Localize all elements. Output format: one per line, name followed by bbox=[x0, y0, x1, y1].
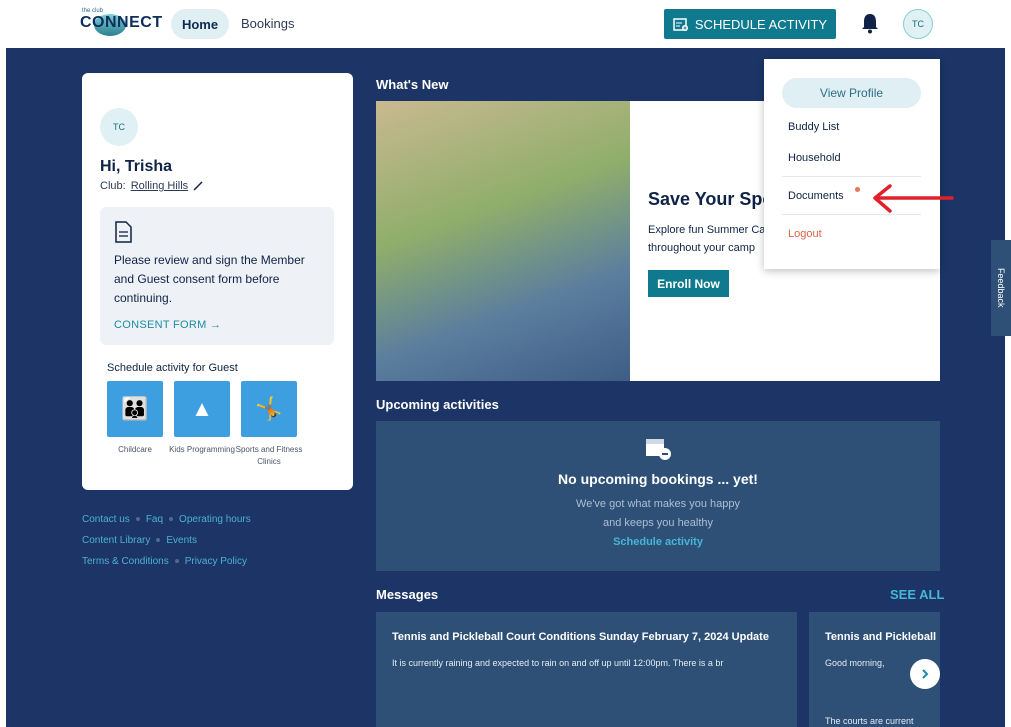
next-message-button[interactable] bbox=[910, 659, 940, 689]
message-title: Tennis and Pickleball Court Conditions S… bbox=[392, 631, 769, 643]
whats-new-title: What's New bbox=[376, 77, 449, 92]
content-library-link[interactable]: Content Library bbox=[82, 535, 150, 546]
menu-item-buddy-list[interactable]: Buddy List bbox=[788, 121, 839, 133]
annotation-arrow-icon bbox=[873, 184, 954, 213]
menu-item-logout[interactable]: Logout bbox=[788, 228, 822, 240]
bell-icon[interactable] bbox=[860, 12, 880, 34]
sports-clinics-label: Sports and Fitness Clinics bbox=[235, 445, 303, 466]
no-bookings-subtitle: We've got what makes you happy and keeps… bbox=[376, 495, 940, 533]
chevron-right-icon bbox=[922, 669, 929, 679]
top-bar: the club CONNECT Home Bookings SCHEDULE … bbox=[0, 0, 1011, 48]
tent-icon: ▲ bbox=[191, 396, 213, 421]
faq-link[interactable]: Faq bbox=[146, 514, 163, 525]
schedule-activity-label: SCHEDULE ACTIVITY bbox=[694, 16, 828, 32]
message-card[interactable]: Tennis and Pickleball Court Conditions S… bbox=[376, 612, 797, 727]
childcare-tile[interactable]: 👪 bbox=[107, 381, 163, 437]
menu-divider bbox=[782, 176, 921, 177]
upcoming-title: Upcoming activities bbox=[376, 397, 499, 412]
menu-item-documents[interactable]: Documents bbox=[788, 190, 844, 202]
club-name-link[interactable]: Rolling Hills bbox=[131, 180, 188, 192]
nav-home[interactable]: Home bbox=[171, 9, 229, 39]
schedule-activity-button[interactable]: SCHEDULE ACTIVITY bbox=[664, 9, 836, 39]
pencil-icon[interactable] bbox=[193, 181, 203, 191]
subtitle-line-1: We've got what makes you happy bbox=[576, 498, 740, 510]
calendar-icon bbox=[646, 439, 671, 460]
calendar-add-icon bbox=[673, 18, 688, 31]
consent-notice: Please review and sign the Member and Gu… bbox=[100, 207, 334, 345]
kids-programming-label: Kids Programming bbox=[169, 445, 235, 454]
footer-links: Contact us Faq Operating hours Content Lib… bbox=[82, 509, 251, 572]
sports-people-icon: 🤸 bbox=[255, 396, 283, 421]
see-all-link[interactable]: SEE ALL bbox=[890, 587, 944, 602]
consent-message: Please review and sign the Member and Gu… bbox=[114, 253, 305, 305]
schedule-activity-link[interactable]: Schedule activity bbox=[376, 536, 940, 548]
club-line: Club: Rolling Hills bbox=[100, 180, 203, 192]
view-profile-button[interactable]: View Profile bbox=[782, 78, 921, 108]
avatar: TC bbox=[100, 108, 138, 146]
feedback-tab[interactable]: Feedback bbox=[991, 240, 1011, 336]
events-link[interactable]: Events bbox=[166, 535, 197, 546]
enroll-now-button[interactable]: Enroll Now bbox=[648, 270, 729, 297]
document-icon bbox=[115, 221, 132, 243]
documents-notification-dot bbox=[855, 187, 860, 192]
club-connect-logo[interactable]: the club CONNECT bbox=[80, 8, 162, 40]
menu-item-household[interactable]: Household bbox=[788, 152, 841, 164]
kids-programming-tile[interactable]: ▲ bbox=[174, 381, 230, 437]
sports-clinics-tile[interactable]: 🤸 bbox=[241, 381, 297, 437]
guest-section-title: Schedule activity for Guest bbox=[107, 362, 238, 374]
terms-link[interactable]: Terms & Conditions bbox=[82, 556, 169, 567]
privacy-policy-link[interactable]: Privacy Policy bbox=[185, 556, 247, 567]
logo-text: CONNECT bbox=[80, 14, 163, 31]
message-body: It is currently raining and expected to … bbox=[392, 658, 724, 668]
contact-us-link[interactable]: Contact us bbox=[82, 514, 130, 525]
message-body: Good morning, bbox=[825, 658, 885, 668]
user-avatar-button[interactable]: TC bbox=[903, 9, 933, 39]
nav-bookings[interactable]: Bookings bbox=[241, 16, 294, 31]
promo-title: Save Your Spot bbox=[648, 189, 780, 209]
upcoming-empty-state: No upcoming bookings ... yet! We've got … bbox=[376, 421, 940, 571]
messages-title: Messages bbox=[376, 587, 439, 602]
profile-dropdown-menu: View Profile Buddy List Household Docume… bbox=[764, 59, 940, 269]
family-icon: 👪 bbox=[121, 396, 149, 421]
consent-form-link[interactable]: CONSENT FORM → bbox=[114, 319, 221, 331]
greeting: Hi, Trisha bbox=[100, 158, 173, 175]
operating-hours-link[interactable]: Operating hours bbox=[179, 514, 251, 525]
promo-photo bbox=[376, 101, 630, 381]
message-title: Tennis and Pickleball bbox=[825, 631, 937, 643]
message-body-continued: The courts are current bbox=[825, 716, 914, 726]
no-bookings-title: No upcoming bookings ... yet! bbox=[558, 471, 758, 487]
subtitle-line-2: and keeps you healthy bbox=[602, 517, 714, 529]
club-label: Club: bbox=[100, 180, 126, 192]
profile-card: TC Hi, Trisha Club: Rolling Hills Please… bbox=[82, 73, 353, 490]
childcare-label: Childcare bbox=[118, 445, 152, 454]
